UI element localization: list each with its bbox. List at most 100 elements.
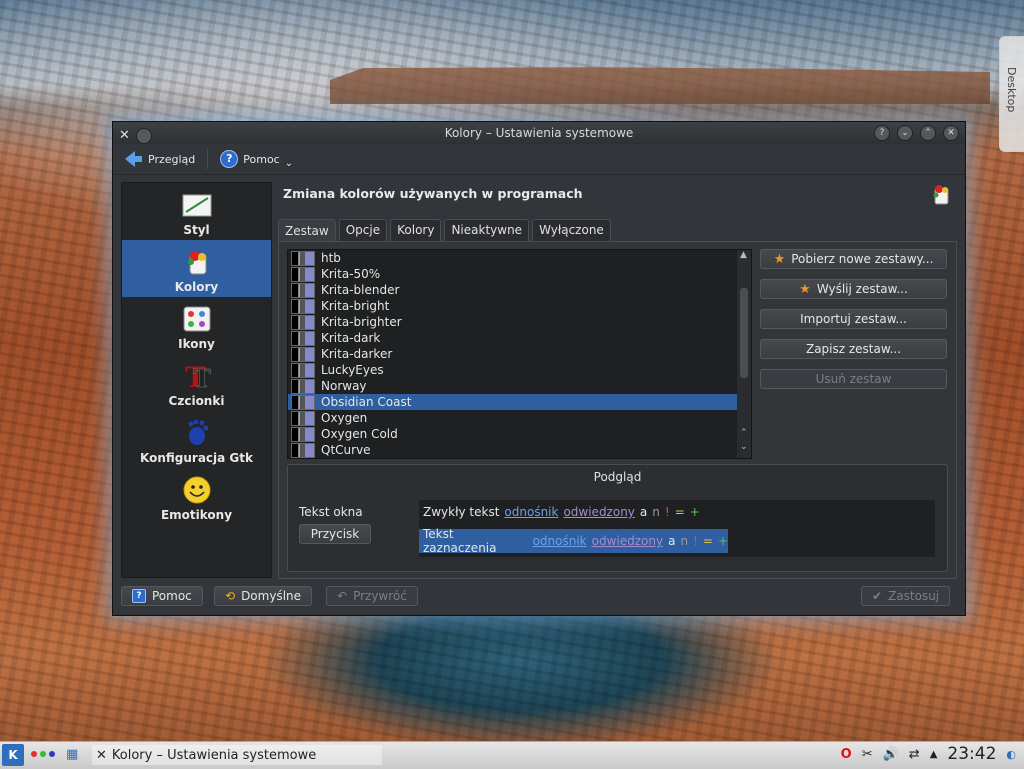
sidebar-item-ikony[interactable]: Ikony xyxy=(122,297,271,354)
upload-scheme-button[interactable]: ★ Wyślij zestaw... xyxy=(760,279,947,299)
defaults-icon: ⟲ xyxy=(225,589,236,603)
overview-button[interactable]: Przegląd xyxy=(121,149,199,169)
preview-inactive: n xyxy=(680,534,689,548)
get-new-label: Pobierz nowe zestawy... xyxy=(791,252,934,266)
scissors-icon[interactable]: ✂ xyxy=(862,747,873,762)
preview-positive: + xyxy=(689,505,700,519)
task-item-label: Kolory – Ustawienia systemowe xyxy=(111,747,317,763)
scheme-preview-icon xyxy=(291,346,315,362)
clock[interactable]: 23:42 xyxy=(947,744,996,764)
smiley-icon xyxy=(182,476,212,504)
network-icon[interactable]: ⇄ xyxy=(909,747,920,762)
scheme-list-item[interactable]: htb xyxy=(288,250,751,266)
sidebar-item-label: Czcionki xyxy=(168,394,225,408)
apply-button[interactable]: ✔ Zastosuj xyxy=(861,586,951,606)
scheme-list-item[interactable]: Krita-dark xyxy=(288,330,751,346)
help-button[interactable]: ? Pomoc xyxy=(121,586,203,606)
scheme-preview-icon xyxy=(291,362,315,378)
scheme-list-item[interactable]: Krita-50% xyxy=(288,266,751,282)
tab-kolory[interactable]: Kolory xyxy=(390,219,442,241)
scheme-list-item[interactable]: Krita-brighter xyxy=(288,314,751,330)
icons-icon xyxy=(182,305,212,333)
scheme-name: Krita-darker xyxy=(321,347,393,361)
preview-window-text: Tekst okna xyxy=(299,505,363,519)
scheme-list-item[interactable]: Krita-blender xyxy=(288,282,751,298)
scheme-list-item[interactable]: Norway xyxy=(288,378,751,394)
preview-panel: Podgląd Tekst okna Przycisk Zwykły tekst… xyxy=(287,464,948,572)
style-icon xyxy=(182,191,212,219)
scheme-name: Obsidian Coast xyxy=(321,395,412,409)
tab-zestaw[interactable]: Zestaw xyxy=(278,219,336,241)
task-item[interactable]: ✕ Kolory – Ustawienia systemowe xyxy=(92,745,382,765)
sidebar-item-styl[interactable]: Styl xyxy=(122,183,271,240)
scroll-down-icon[interactable]: ⌄ xyxy=(740,442,748,452)
reset-button[interactable]: ↶ Przywróć xyxy=(326,586,418,606)
scheme-list-item[interactable]: QtCurve xyxy=(288,442,751,458)
preview-positive: + xyxy=(717,534,728,548)
maximize-icon[interactable]: ⌃ xyxy=(920,125,936,141)
dialog-button-bar: ? Pomoc ⟲ Domyślne ↶ Przywróć ✔ Zastosuj xyxy=(113,586,963,611)
window-menu-icon[interactable] xyxy=(135,128,152,144)
scheme-list-item[interactable]: LuckyEyes xyxy=(288,362,751,378)
scheme-name: Krita-bright xyxy=(321,299,390,313)
window-toolbar: Przegląd ? Pomoc ⌄ xyxy=(113,144,965,175)
sidebar-item-kolory[interactable]: Kolory xyxy=(122,240,271,297)
volume-icon[interactable]: 🔊 xyxy=(883,747,899,762)
scheme-name: Krita-brighter xyxy=(321,315,402,329)
scheme-list-item[interactable]: Obsidian Coast xyxy=(288,394,751,410)
scroll-up-icon[interactable]: ▲ xyxy=(740,250,747,260)
scrollbar-thumb[interactable] xyxy=(740,288,748,378)
minimize-icon[interactable]: ⌄ xyxy=(897,125,913,141)
show-desktop-icon[interactable]: ▦ xyxy=(66,747,78,762)
window-titlebar[interactable]: ✕ Kolory – Ustawienia systemowe ? ⌄ ⌃ ✕ xyxy=(113,122,965,144)
scheme-preview-icon xyxy=(291,426,315,442)
tab-bar: Zestaw Opcje Kolory Nieaktywne Wyłączone xyxy=(278,219,611,241)
help-menu-button[interactable]: ? Pomoc ⌄ xyxy=(216,148,297,171)
preview-visited: odwiedzony xyxy=(591,534,664,548)
taskbar: K ▦ ✕ Kolory – Ustawienia systemowe O ✂ … xyxy=(0,741,1024,769)
overview-label: Przegląd xyxy=(148,152,196,166)
get-new-schemes-button[interactable]: ★ Pobierz nowe zestawy... xyxy=(760,249,947,269)
system-tray: O ✂ 🔊 ⇄ ▲ 23:42 ◐ xyxy=(841,744,1016,764)
desktop-tab[interactable]: Desktop xyxy=(999,36,1024,152)
tab-nieaktywne[interactable]: Nieaktywne xyxy=(444,219,530,241)
toolbar-separator xyxy=(207,149,209,169)
sidebar-item-czcionki[interactable]: TT Czcionki xyxy=(122,354,271,411)
scheme-list[interactable]: htb Krita-50% Krita-blender Krita-bright Kri… xyxy=(287,249,752,459)
fonts-icon: TT xyxy=(182,362,212,390)
colors-icon xyxy=(182,248,212,276)
sidebar-item-emotikony[interactable]: Emotikony xyxy=(122,468,271,525)
help-icon[interactable]: ? xyxy=(874,125,890,141)
kde-menu-icon[interactable]: K xyxy=(2,744,24,766)
back-arrow-icon xyxy=(125,151,142,167)
sidebar-item-label: Konfiguracja Gtk xyxy=(140,451,253,465)
scheme-name: Oxygen xyxy=(321,411,368,425)
tray-expand-icon[interactable]: ▲ xyxy=(930,749,938,760)
close-icon[interactable]: ✕ xyxy=(943,125,959,141)
preview-neutral: = xyxy=(674,505,685,519)
star-icon: ★ xyxy=(799,281,811,297)
defaults-button[interactable]: ⟲ Domyślne xyxy=(214,586,313,606)
opera-icon[interactable]: O xyxy=(841,747,852,762)
scheme-list-item[interactable]: Krita-bright xyxy=(288,298,751,314)
scheme-list-item[interactable]: Oxygen Cold xyxy=(288,426,751,442)
scheme-list-item[interactable]: Krita-darker xyxy=(288,346,751,362)
sidebar-item-gtk[interactable]: Konfiguracja Gtk xyxy=(122,411,271,468)
scheme-list-scrollbar[interactable]: ▲ ⌃ ⌄ xyxy=(737,250,751,458)
scheme-list-item[interactable]: Oxygen xyxy=(288,410,751,426)
colors-icon xyxy=(929,182,953,206)
preview-active: a xyxy=(639,505,648,519)
tab-wylaczone[interactable]: Wyłączone xyxy=(532,219,611,241)
preview-button[interactable]: Przycisk xyxy=(299,524,371,544)
apply-button-label: Zastosuj xyxy=(888,589,940,603)
scroll-up-icon[interactable]: ⌃ xyxy=(740,428,748,438)
star-icon: ★ xyxy=(773,251,786,267)
undo-icon: ↶ xyxy=(337,589,348,603)
tools-icon[interactable]: ✕ xyxy=(119,125,130,147)
tab-opcje[interactable]: Opcje xyxy=(338,219,388,241)
activity-icon[interactable] xyxy=(31,751,55,757)
remove-scheme-button[interactable]: Usuń zestaw xyxy=(760,369,947,389)
save-scheme-button[interactable]: Zapisz zestaw... xyxy=(760,339,947,359)
cashew-icon[interactable]: ◐ xyxy=(1006,748,1016,761)
import-scheme-button[interactable]: Importuj zestaw... xyxy=(760,309,947,329)
